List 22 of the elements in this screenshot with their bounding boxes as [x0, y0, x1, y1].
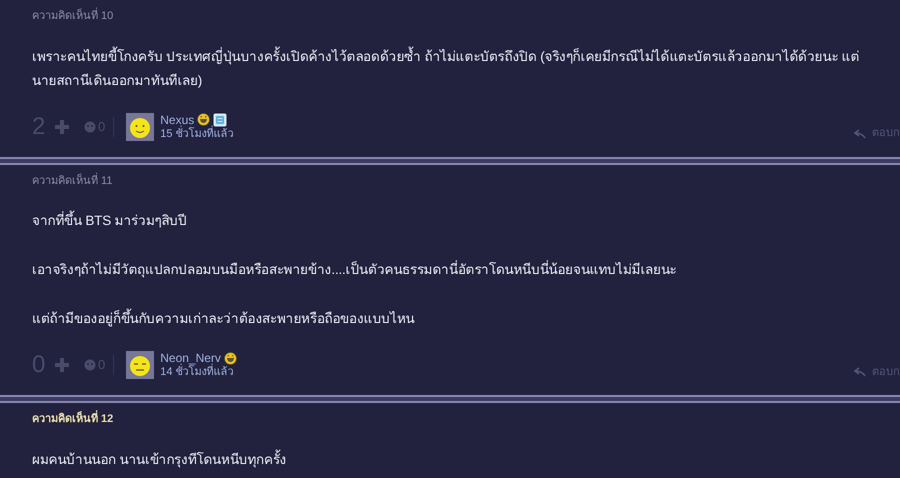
reply-arrow-icon [854, 128, 866, 138]
emotion-icon[interactable] [84, 120, 96, 132]
reply-arrow-icon [854, 367, 866, 377]
comment-number: ความคิดเห็นที่ 12 [32, 411, 868, 428]
laughing-face-icon [197, 113, 210, 126]
timestamp: 15 ชั่วโมงที่แล้ว [160, 126, 234, 140]
comment-number: ความคิดเห็นที่ 11 [32, 172, 114, 188]
plus-icon[interactable] [54, 357, 70, 373]
comment-text: เพราะคนไทยขี้โกงครับ ประเทศญี่ปุ่นบางครั้งเปิดค้างไว้ตลอดด้วยซ้ำ ถ้าไม่แตะบัตรถึงปิด (จริงๆก็เคยมีกรณีไม่ได้แตะบัตรแล้วออกมาได้ด้วยนะ แต่นายสถานีเดินออกมาทันทีเลย) [32, 46, 860, 90]
comment-text: จากที่ขึ้น BTS มาร่วมๆสิบปี [32, 209, 868, 233]
avatar-icon[interactable] [126, 351, 154, 379]
comment-text: แต่ถ้ามีของอยู่ก็ขึ้นกับความเก่าละว่าต้องสะพายหรือถือของแบบไหน [32, 307, 868, 331]
username-link[interactable]: Nexus [160, 112, 194, 126]
comment-text: เอาจริงๆถ้าไม่มีวัตถุแปลกปลอมบนมือหรือสะพายข้าง....เป็นตัวคนธรรมดานี่อัตราโดนหนีบนี่น้อยจนแทบไม่มีเลยนะ [32, 259, 678, 280]
laughing-face-icon [224, 352, 237, 364]
emotion-icon[interactable] [84, 359, 96, 371]
comment-number: ความคิดเห็นที่ 10 [32, 8, 868, 24]
plus-icon[interactable] [54, 118, 70, 134]
username-link[interactable]: Neon_Nerv [160, 351, 221, 365]
avatar-icon[interactable] [126, 112, 154, 140]
timestamp: 14 ชั่วโมงที่แล้ว [160, 365, 237, 379]
comment-text: ผมคนบ้านนอก นานเข้ากรุงทีโดนหนีบทุกครั้ง [32, 448, 288, 470]
